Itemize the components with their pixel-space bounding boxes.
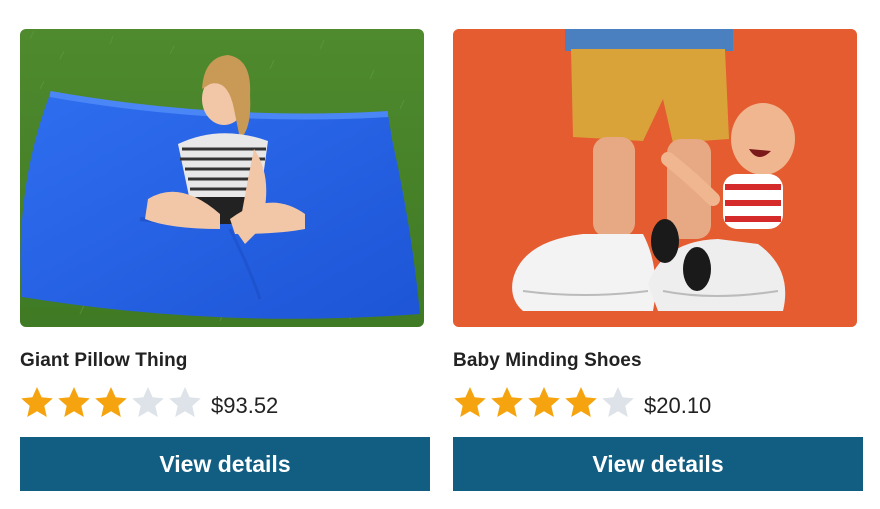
rating-row: $20.10	[453, 384, 863, 420]
star-empty-icon	[169, 387, 201, 417]
product-image[interactable]	[20, 29, 424, 327]
product-grid: Giant Pillow Thing $93.52 View details B…	[0, 0, 880, 509]
product-price: $20.10	[644, 393, 712, 418]
product-price: $93.52	[211, 393, 279, 418]
star-filled-icon	[454, 387, 486, 417]
star-filled-icon	[95, 387, 127, 417]
product-card: Baby Minding Shoes $20.10 View details	[453, 29, 863, 491]
star-filled-icon	[21, 387, 53, 417]
star-filled-icon	[565, 387, 597, 417]
star-rating	[20, 386, 205, 418]
view-details-button[interactable]: View details	[20, 437, 430, 491]
star-empty-icon	[132, 387, 164, 417]
product-image[interactable]	[453, 29, 857, 327]
product-card: Giant Pillow Thing $93.52 View details	[20, 29, 430, 491]
giant-pillow-photo	[20, 29, 424, 327]
product-title[interactable]: Giant Pillow Thing	[20, 350, 430, 372]
star-filled-icon	[58, 387, 90, 417]
rating-row: $93.52	[20, 384, 430, 420]
baby-minding-shoes-photo	[453, 29, 857, 327]
product-title[interactable]: Baby Minding Shoes	[453, 350, 863, 372]
star-filled-icon	[528, 387, 560, 417]
view-details-button[interactable]: View details	[453, 437, 863, 491]
star-filled-icon	[491, 387, 523, 417]
star-rating	[453, 386, 638, 418]
star-empty-icon	[602, 387, 634, 417]
